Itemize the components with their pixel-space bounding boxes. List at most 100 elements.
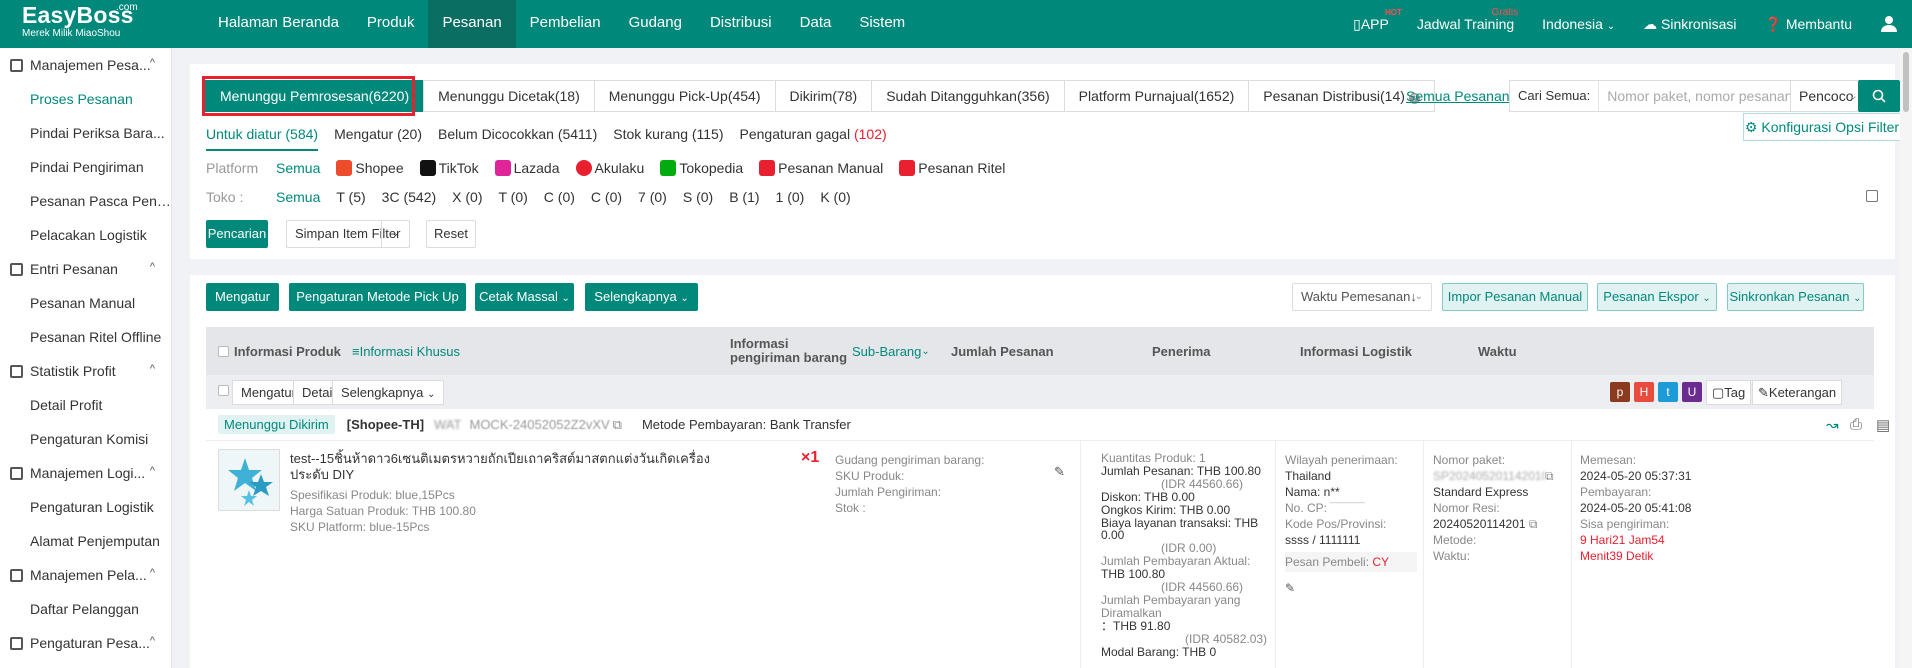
sidebar-item-pickup-address[interactable]: Alamat Penjemputan [0,524,171,558]
platform-akulaku[interactable]: Akulaku [575,160,644,176]
select-all-checkbox[interactable] [218,327,229,375]
scrollbar[interactable] [1900,48,1912,668]
save-filter-button[interactable]: Simpan Item Filter ⌄ [286,220,410,248]
subtab-low-stock[interactable]: Stok kurang (115) [613,126,723,151]
shop-option[interactable]: C (0) [544,189,575,205]
sidebar-item-tracking[interactable]: Pelacakan Logistik [0,218,171,252]
nav-data[interactable]: Data [786,0,846,48]
subitem-toggle[interactable]: Sub-Barang ⌄ [852,327,930,375]
subtab-arranging[interactable]: Mengatur (20) [334,126,422,151]
all-orders-link[interactable]: Semua Pesanan [1406,88,1510,104]
training-link[interactable]: Jadwal Training Gratis [1417,7,1518,32]
copy-icon[interactable]: ⧉ [613,417,622,433]
import-manual-button[interactable]: Impor Pesanan Manual [1442,283,1588,311]
subtab-failed[interactable]: Pengaturan gagal (102) [740,126,887,151]
tab-after-sales[interactable]: Platform Purnajual(1652) [1063,80,1250,112]
tab-awaiting-pickup[interactable]: Menunggu Pick-Up(454) [593,80,776,112]
sidebar-item-scan-ship[interactable]: Pindai Pengiriman [0,150,171,184]
sidebar-section-order-entry[interactable]: Entri Pesanan ^ [0,252,171,286]
sidebar-item-profit-detail[interactable]: Detail Profit [0,388,171,422]
help-link[interactable]: ❓ Membantu [1765,16,1852,33]
shop-option[interactable]: B (1) [729,189,759,205]
nav-system[interactable]: Sistem [845,0,919,48]
sync-orders-button[interactable]: Sinkronkan Pesanan ⌄ [1727,283,1864,311]
shop-option[interactable]: C (0) [591,189,622,205]
user-avatar-icon[interactable] [1880,14,1898,35]
shop-all[interactable]: Semua [276,189,320,205]
app-link[interactable]: ▯APP HOT [1353,8,1402,33]
copy-icon[interactable]: ⧉ [1545,469,1554,483]
printer-icon[interactable]: ⎙ [1850,416,1862,433]
export-button[interactable]: Pesanan Ekspor ⌄ [1597,283,1717,311]
platform-lazada[interactable]: Lazada [494,160,560,176]
shop-option[interactable]: 3C (542) [382,189,436,205]
platform-all[interactable]: Semua [276,160,320,176]
platform-manual[interactable]: Pesanan Manual [759,160,883,176]
sort-select[interactable]: Waktu Pemesanan↓ ⌄ [1292,283,1432,311]
chart-icon[interactable]: ↝ [1826,416,1839,434]
shop-option[interactable]: 1 (0) [776,189,805,205]
edit-icon[interactable]: ✎ [1054,464,1065,480]
platform-retail[interactable]: Pesanan Ritel [899,160,1005,176]
nav-home[interactable]: Halaman Beranda [204,0,353,48]
easyboss-logo[interactable]: EasyBoss .com Merek Milik MiaoShou [22,2,152,46]
clipboard-icon[interactable]: ▤ [1876,416,1890,434]
sidebar-section-customers[interactable]: Manajemen Pela... ^ [0,558,171,592]
copy-icon[interactable]: ⧉ [1529,517,1538,531]
note-button[interactable]: ✎Keterangan [1752,380,1843,405]
sync-link[interactable]: ☁ Sinkronisasi [1643,16,1736,33]
nav-products[interactable]: Produk [353,0,429,48]
nav-purchasing[interactable]: Pembelian [516,0,615,48]
reset-button[interactable]: Reset [426,220,476,248]
arrange-button[interactable]: Mengatur [206,283,279,311]
shop-option[interactable]: 7 (0) [638,189,667,205]
tag-button[interactable]: ▢Tag [1706,380,1752,405]
nav-orders[interactable]: Pesanan [428,0,516,48]
sidebar-item-offline-retail[interactable]: Pesanan Ritel Offline [0,320,171,354]
filter-search-button[interactable]: Pencarian [206,220,268,248]
nav-warehouse[interactable]: Gudang [615,0,696,48]
filter-config-button[interactable]: ⚙ Konfigurasi Opsi Filter [1743,113,1901,141]
sidebar-section-order-management[interactable]: Manajemen Pesa... ^ [0,48,171,82]
search-input[interactable] [1599,82,1790,110]
sidebar-item-scan-check[interactable]: Pindai Periksa Bara... [0,116,171,150]
sidebar-section-logistics[interactable]: Manajemen Logi... ^ [0,456,171,490]
shop-option[interactable]: X (0) [452,189,482,205]
row-more-button[interactable]: Selengkapnya ⌄ [332,380,445,405]
shop-option[interactable]: T (0) [498,189,527,205]
edit-icon[interactable]: ✎ [1285,580,1425,596]
order-number[interactable]: MOCK-24052052Z2vXV [469,417,609,432]
product-title[interactable]: test--15ชิ้นห้าดาว6เซนติเมตรหวายถักเปียเ… [290,451,710,483]
subtab-unmatched[interactable]: Belum Dicocokkan (5411) [438,126,597,151]
platform-tokopedia[interactable]: Tokopedia [660,160,743,176]
sidebar-item-after-sales[interactable]: Pesanan Pasca Penj... [0,184,171,218]
tab-awaiting-processing[interactable]: Menunggu Pemrosesan(6220) [205,80,425,112]
tag-p[interactable]: p [1610,382,1630,402]
shop-option[interactable]: K (0) [820,189,850,205]
sidebar-section-order-settings[interactable]: Pengaturan Pesa... ^ [0,626,171,660]
shop-option[interactable]: T (5) [336,189,365,205]
product-image[interactable] [218,449,280,511]
sidebar-item-commission[interactable]: Pengaturan Komisi [0,422,171,456]
search-button[interactable] [1858,80,1900,112]
scrollbar-thumb[interactable] [1903,52,1909,112]
language-select[interactable]: Indonesia ⌄ [1542,16,1615,32]
tab-shipped[interactable]: Dikirim(78) [774,80,873,112]
subtab-to-arrange[interactable]: Untuk diatur (584) [206,126,319,151]
special-info-toggle[interactable]: ≡ Informasi Khusus [352,327,460,375]
sidebar-item-customer-list[interactable]: Daftar Pelanggan [0,592,171,626]
sidebar-section-profit[interactable]: Statistik Profit ^ [0,354,171,388]
row-checkbox[interactable] [218,385,229,396]
sidebar-item-manual-order[interactable]: Pesanan Manual [0,286,171,320]
pickup-method-button[interactable]: Pengaturan Metode Pick Up [289,283,466,311]
nav-distribution[interactable]: Distribusi [696,0,786,48]
tag-t[interactable]: t [1658,382,1678,402]
tab-suspended[interactable]: Sudah Ditangguhkan(356) [871,80,1065,112]
match-mode-select[interactable]: Pencoco ⌄ [1791,80,1867,112]
shop-option[interactable]: S (0) [683,189,713,205]
sidebar-item-process-orders[interactable]: Proses Pesanan [0,82,171,116]
collapse-icon[interactable] [1866,190,1878,202]
platform-tiktok[interactable]: TikTok [419,160,479,176]
tag-u[interactable]: U [1682,382,1702,402]
platform-shopee[interactable]: Shopee [336,160,404,176]
